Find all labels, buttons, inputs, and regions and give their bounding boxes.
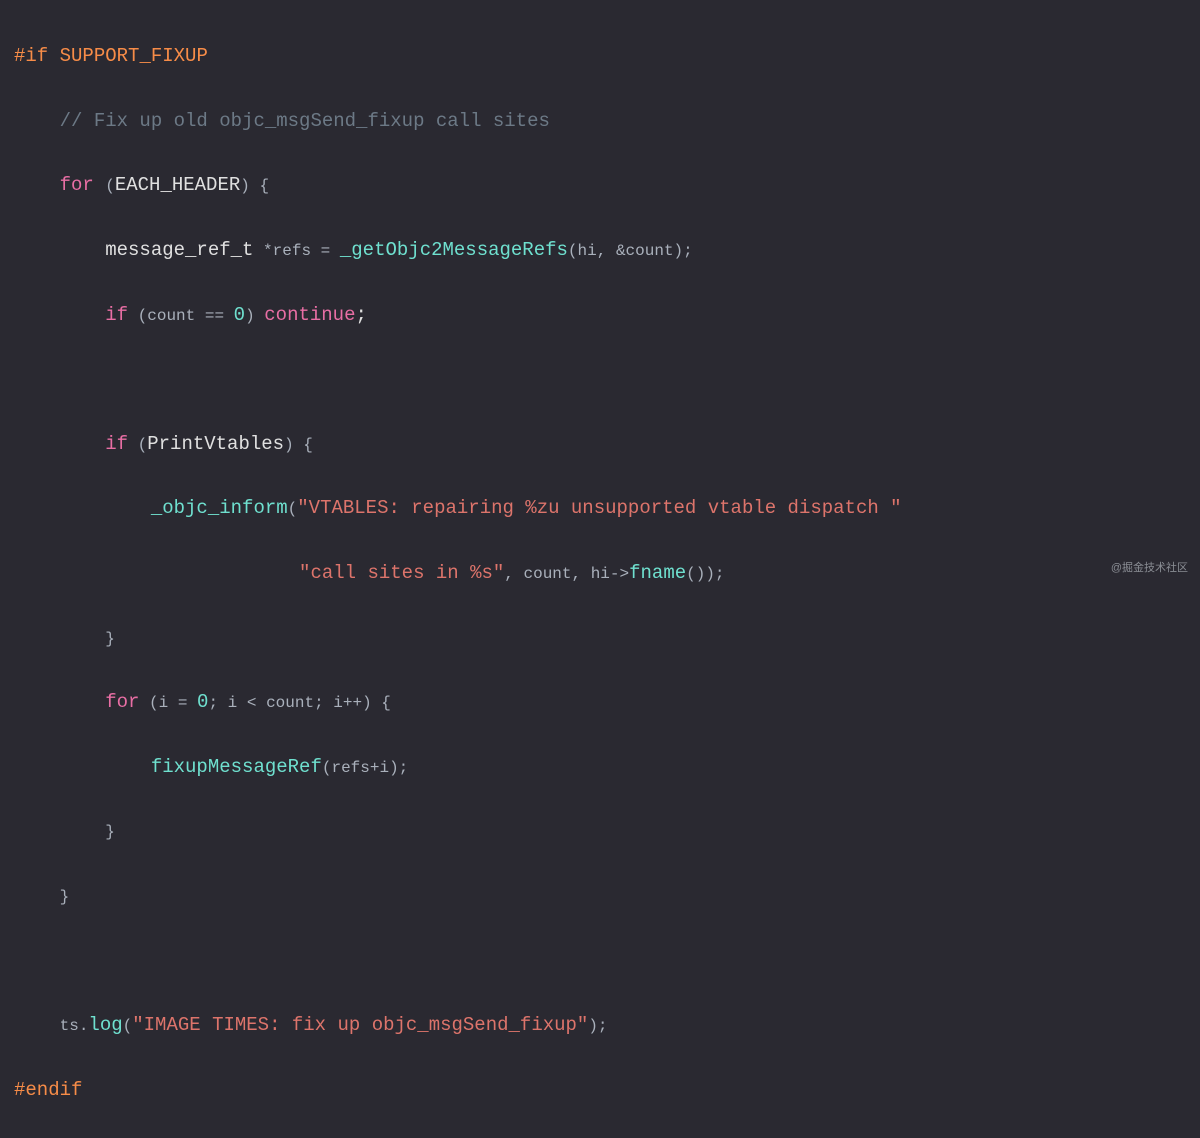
- tail: ());: [686, 565, 724, 583]
- function-call: _getObjc2MessageRefs: [340, 239, 568, 261]
- function-call: fixupMessageRef: [151, 756, 322, 778]
- code-line: for (i = 0; i < count; i++) {: [0, 686, 1200, 718]
- code-line: }: [0, 815, 1200, 847]
- string: "VTABLES: repairing %zu unsupported vtab…: [297, 497, 901, 519]
- brace: }: [105, 823, 115, 841]
- code-line: [0, 945, 1200, 977]
- code-line: }: [0, 622, 1200, 654]
- declarator: *refs =: [253, 242, 339, 260]
- code-line: "call sites in %s", count, hi->fname());: [0, 557, 1200, 589]
- object: ts.: [60, 1017, 89, 1035]
- paren: );: [588, 1017, 607, 1035]
- macro-name: SUPPORT_FIXUP: [60, 45, 208, 67]
- code-line: if (count == 0) continue;: [0, 299, 1200, 331]
- comment: // Fix up old objc_msgSend_fixup call si…: [60, 110, 550, 132]
- paren-brace: ) {: [284, 436, 313, 454]
- paren: (: [288, 500, 298, 518]
- keyword-for: for: [60, 174, 94, 196]
- preproc-directive: #if: [14, 45, 48, 67]
- function-call: fname: [629, 562, 686, 584]
- code-line: }: [0, 880, 1200, 912]
- brace: }: [60, 888, 70, 906]
- for-cond: ; i < count; i++) {: [208, 694, 390, 712]
- function-call: _objc_inform: [151, 497, 288, 519]
- paren: ): [240, 177, 250, 195]
- paren: (: [568, 242, 578, 260]
- code-line: fixupMessageRef(refs+i);: [0, 751, 1200, 783]
- keyword-for: for: [105, 691, 139, 713]
- code-line: #endif: [0, 1074, 1200, 1106]
- code-line: // Fix up old objc_msgSend_fixup call si…: [0, 105, 1200, 137]
- function-call: log: [88, 1014, 122, 1036]
- args: , count, hi->: [504, 565, 629, 583]
- paren: (: [105, 177, 115, 195]
- string: "call sites in %s": [299, 562, 504, 584]
- args: hi, &count: [578, 242, 674, 260]
- code-line: #if SUPPORT_FIXUP: [0, 40, 1200, 72]
- paren: (: [123, 1017, 133, 1035]
- preproc-directive: #endif: [14, 1079, 82, 1101]
- code-line: for (EACH_HEADER) {: [0, 169, 1200, 201]
- number: 0: [234, 304, 245, 326]
- string: "IMAGE TIMES: fix up objc_msgSend_fixup": [132, 1014, 588, 1036]
- args: (refs+i);: [322, 759, 408, 777]
- paren: (: [128, 307, 147, 325]
- keyword-if: if: [105, 433, 128, 455]
- for-init: (i =: [139, 694, 197, 712]
- condition: count ==: [147, 307, 233, 325]
- identifier: EACH_HEADER: [115, 174, 240, 196]
- paren: ): [245, 307, 264, 325]
- paren: );: [674, 242, 693, 260]
- code-line: _objc_inform("VTABLES: repairing %zu uns…: [0, 492, 1200, 524]
- identifier: PrintVtables: [147, 433, 284, 455]
- code-line: ts.log("IMAGE TIMES: fix up objc_msgSend…: [0, 1009, 1200, 1041]
- semi: ;: [355, 304, 366, 326]
- keyword-continue: continue: [264, 304, 355, 326]
- number: 0: [197, 691, 208, 713]
- code-line: message_ref_t *refs = _getObjc2MessageRe…: [0, 234, 1200, 266]
- keyword-if: if: [105, 304, 128, 326]
- brace: }: [105, 630, 115, 648]
- code-line: [0, 363, 1200, 395]
- code-line: if (PrintVtables) {: [0, 428, 1200, 460]
- type: message_ref_t: [105, 239, 253, 261]
- watermark: @掘金技术社区: [1111, 559, 1188, 578]
- code-block: #if SUPPORT_FIXUP // Fix up old objc_msg…: [0, 0, 1200, 1138]
- paren: (: [128, 436, 147, 454]
- brace: {: [250, 177, 269, 195]
